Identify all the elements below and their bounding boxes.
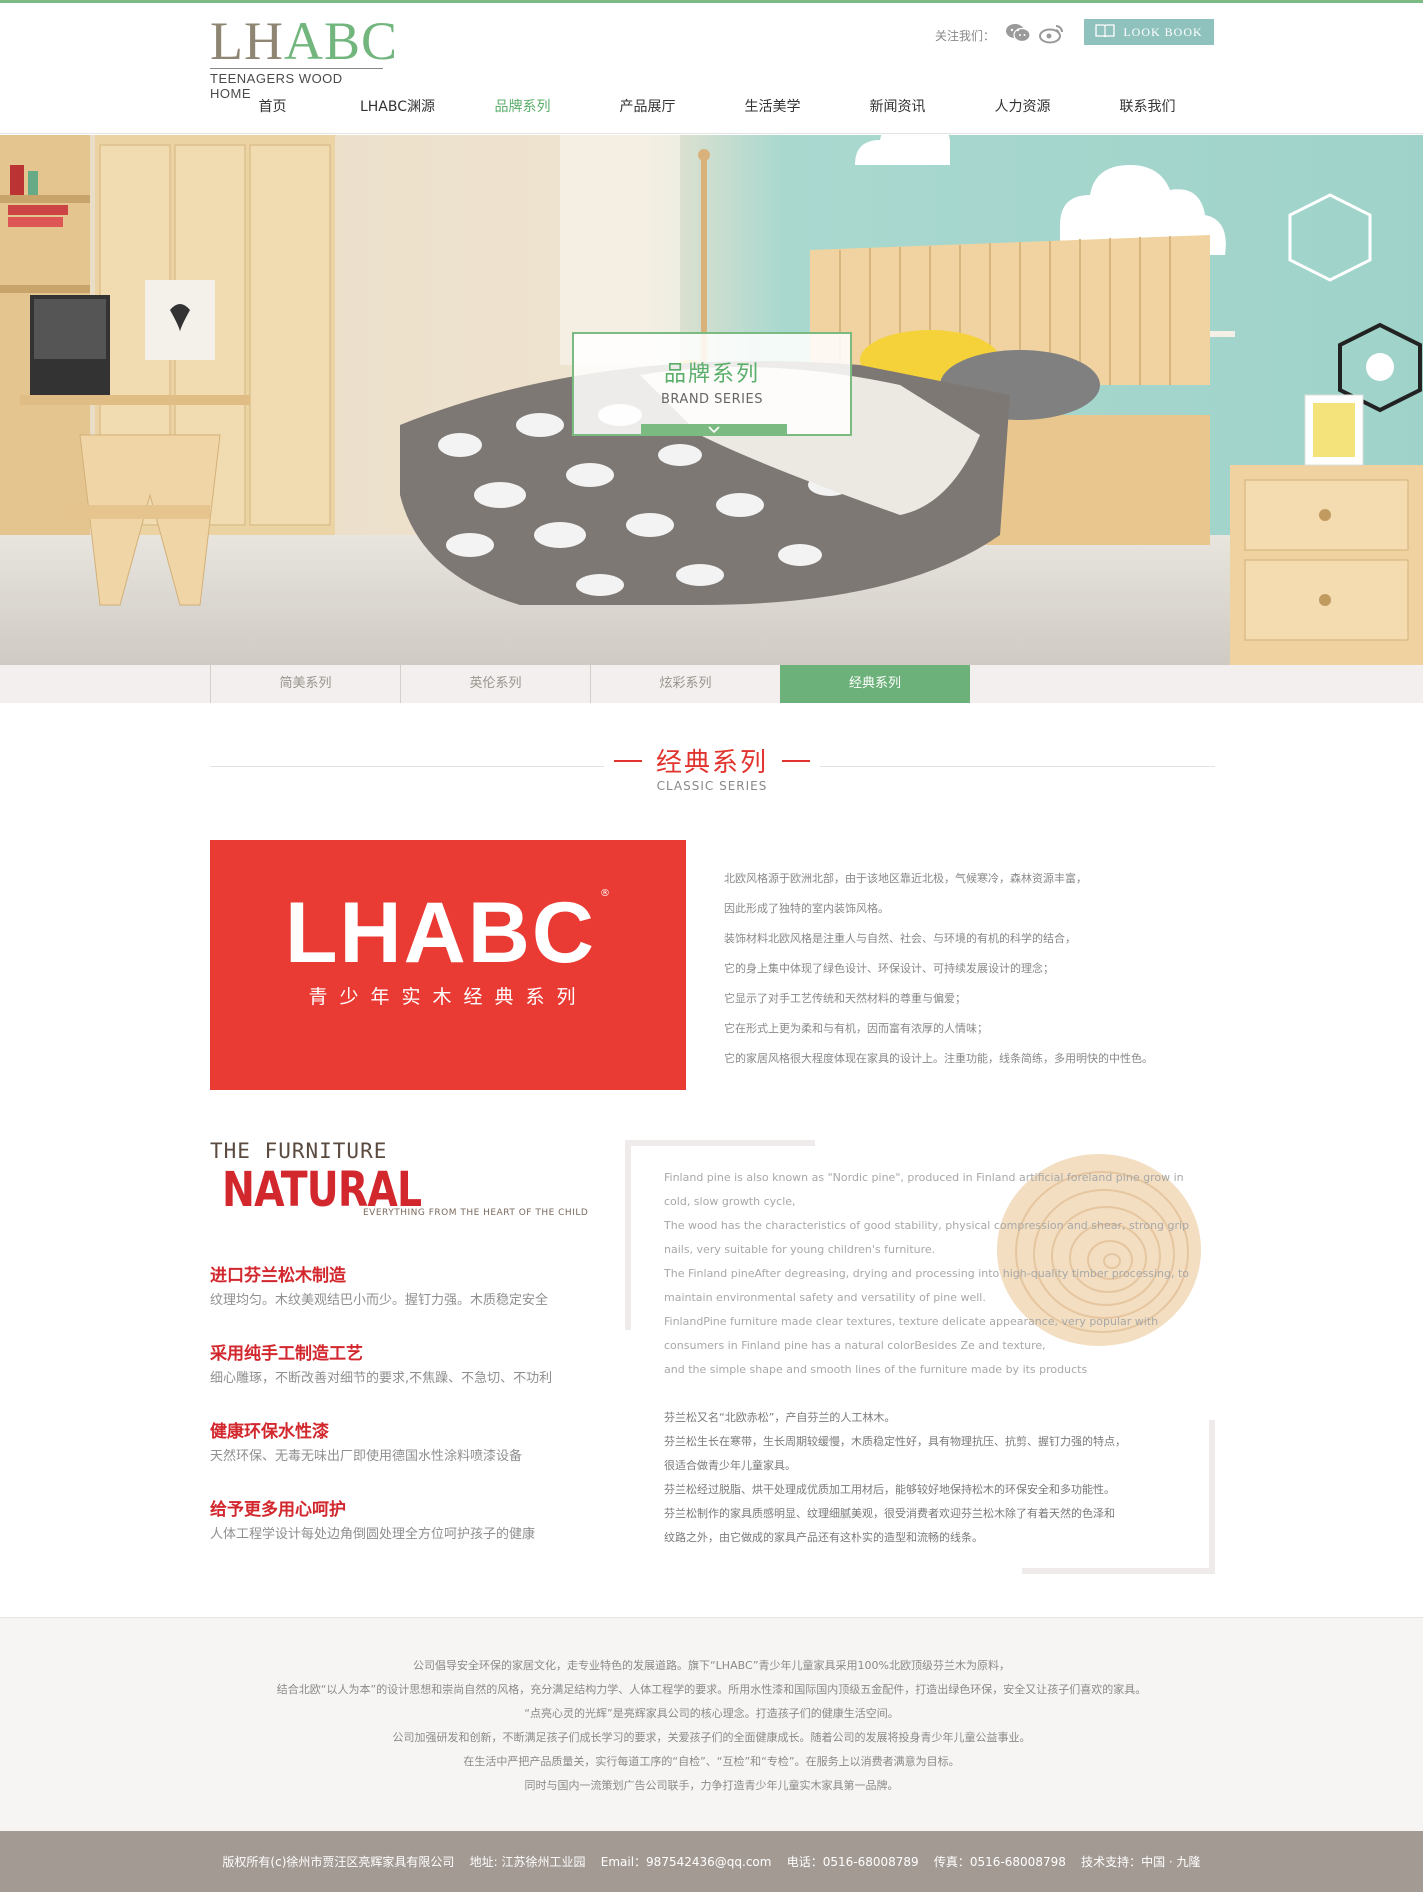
series-tabs: 简美系列 英伦系列 炫彩系列 经典系列	[210, 665, 970, 703]
feature-title: 采用纯手工制造工艺	[210, 1344, 363, 1364]
frame-corner-top	[625, 1140, 815, 1146]
title-dash-left	[613, 759, 642, 762]
header-divider	[0, 133, 1423, 134]
weibo-icon[interactable]	[1039, 22, 1065, 44]
logo-wordmark: LHABC	[210, 11, 399, 71]
banner-caption: 品牌系列 BRAND SERIES	[572, 332, 852, 436]
feature-title: 给予更多用心呵护	[210, 1500, 346, 1520]
cn-line: 很适合做青少年儿童家具。	[664, 1459, 796, 1472]
brand-logo-text: LHABC	[285, 885, 596, 981]
nav-life-aesthetics[interactable]: 生活美学	[710, 92, 835, 122]
tab-jingdian[interactable]: 经典系列	[780, 665, 970, 703]
nav-contact[interactable]: 联系我们	[1085, 92, 1210, 122]
intro-line: 北欧风格源于欧洲北部，由于该地区靠近北极，气候寒冷，森林资源丰富，	[724, 872, 1087, 885]
series-intro: 北欧风格源于欧洲北部，由于该地区靠近北极，气候寒冷，森林资源丰富， 因此形成了独…	[724, 864, 1214, 1074]
nav-origin[interactable]: LHABC渊源	[335, 92, 460, 122]
feature-item: 健康环保水性漆 天然环保、无毒无味出厂即使用德国水性涂料喷漆设备	[210, 1420, 610, 1468]
pine-intro-en: Finland pine is also known as "Nordic pi…	[664, 1166, 1204, 1382]
top-accent-line	[0, 0, 1423, 3]
nav-home[interactable]: 首页	[210, 92, 335, 122]
intro-line: 它在形式上更为柔和与有机，因而富有浓厚的人情味；	[724, 1022, 988, 1035]
footer-info-line: 同时与国内一流策划广告公司联手，力争打造青少年儿童实木家具第一品牌。	[524, 1779, 899, 1792]
section-title-cn: 经典系列	[655, 748, 768, 778]
brand-logo-panel: LHABC ® 青少年实木经典系列	[210, 840, 686, 1090]
natural-line3: EVERYTHING FROM THE HEART OF THE CHILD	[363, 1208, 589, 1218]
title-dash-right	[782, 759, 810, 762]
en-line: The wood has the characteristics of good…	[664, 1219, 1190, 1232]
chevron-down-icon	[708, 426, 720, 434]
hero-banner: 品牌系列 BRAND SERIES	[0, 135, 1423, 665]
natural-heading: THE FURNITURE NATURAL EVERYTHING FROM TH…	[210, 1138, 588, 1218]
en-line: The Finland pineAfter degreasing, drying…	[664, 1267, 1190, 1280]
intro-line: 因此形成了独特的室内装饰风格。	[724, 902, 889, 915]
follow-us-label: 关注我们：	[935, 29, 996, 43]
feature-desc: 天然环保、无毒无味出厂即使用德国水性涂料喷漆设备	[210, 1449, 523, 1464]
wechat-icon[interactable]	[1005, 22, 1031, 44]
tab-yinglun[interactable]: 英伦系列	[400, 665, 590, 703]
feature-item: 给予更多用心呵护 人体工程学设计每处边角倒圆处理全方位呵护孩子的健康	[210, 1498, 610, 1546]
tab-jianmei[interactable]: 简美系列	[210, 665, 400, 703]
footer-info-line: “点亮心灵的光辉”是亮辉家具公司的核心理念。打造孩子们的健康生活空间。	[524, 1707, 899, 1720]
en-line: nails, very suitable for young children'…	[664, 1243, 936, 1256]
nav-hr[interactable]: 人力资源	[960, 92, 1085, 122]
intro-line: 它的家居风格很大程度体现在家具的设计上。注重功能，线条简练，多用明快的中性色。	[724, 1052, 1153, 1065]
nav-news[interactable]: 新闻资讯	[835, 92, 960, 122]
en-line: FinlandPine furniture made clear texture…	[664, 1315, 1159, 1328]
banner-title-cn: 品牌系列	[663, 362, 760, 387]
nav-showroom[interactable]: 产品展厅	[585, 92, 710, 122]
footer-info-line: 结合北欧“以人为本”的设计思想和崇尚自然的风格，充分满足结构力学、人体工程学的要…	[276, 1683, 1147, 1696]
book-icon	[1095, 23, 1115, 41]
feature-title: 进口芬兰松木制造	[210, 1266, 346, 1286]
intro-line: 它显示了对手工艺传统和天然材料的尊重与偏爱；	[724, 992, 966, 1005]
footer-info-line: 公司倡导安全环保的家居文化，走专业特色的发展道路。旗下“LHABC”青少年儿童家…	[412, 1659, 1010, 1672]
feature-item: 采用纯手工制造工艺 细心雕琢，不断改善对细节的要求,不焦躁、不急切、不功利	[210, 1342, 610, 1390]
copyright-bar: 版权所有(c)徐州市贾汪区亮辉家具有限公司 地址: 江苏徐州工业园 Email：…	[0, 1831, 1423, 1892]
footer-info-line: 公司加强研发和创新，不断满足孩子们成长学习的要求，关爱孩子们的全面健康成长。随着…	[392, 1731, 1031, 1744]
lookbook-button[interactable]: LOOK BOOK	[1084, 19, 1214, 45]
main-nav: 首页 LHABC渊源 品牌系列 产品展厅 生活美学 新闻资讯 人力资源 联系我们	[210, 92, 1215, 122]
company-intro-footer: 公司倡导安全环保的家居文化，走专业特色的发展道路。旗下“LHABC”青少年儿童家…	[0, 1617, 1423, 1831]
footer-info-line: 在生活中严把产品质量关，实行每道工序的“自检”、“互检”和“专检”。在服务上以消…	[463, 1755, 960, 1768]
intro-line: 它的身上集中体现了绿色设计、环保设计、可持续发展设计的理念；	[724, 962, 1054, 975]
section-title: 经典系列 CLASSIC SERIES	[604, 742, 820, 793]
cn-line: 芬兰松又名“北欧赤松”，产自芬兰的人工林木。	[664, 1411, 896, 1424]
en-line: consumers in Finland pine has a natural …	[664, 1339, 1046, 1352]
en-line: cold, slow growth cycle,	[664, 1195, 796, 1208]
cn-line: 芬兰松制作的家具质感明显、纹理细腻美观，很受消费者欢迎芬兰松木除了有着天然的色泽…	[664, 1507, 1115, 1520]
cn-line: 纹路之外，由它做成的家具产品还有这朴实的造型和流畅的线条。	[664, 1531, 983, 1544]
frame-corner-right	[1209, 1420, 1215, 1574]
section-title-en: CLASSIC SERIES	[656, 779, 768, 793]
site-logo[interactable]: LHABC TEENAGERS WOOD HOME	[210, 11, 399, 101]
tab-xuancai[interactable]: 炫彩系列	[590, 665, 780, 703]
cn-line: 芬兰松生长在寒带，生长周期较缓慢，木质稳定性好，具有物理抗压、抗剪、握钉力强的特…	[664, 1435, 1126, 1448]
en-line: Finland pine is also known as "Nordic pi…	[664, 1171, 1184, 1184]
feature-item: 进口芬兰松木制造 纹理均匀。木纹美观结巴小而少。握钉力强。木质稳定安全	[210, 1264, 610, 1312]
feature-desc: 人体工程学设计每处边角倒圆处理全方位呵护孩子的健康	[210, 1527, 536, 1542]
feature-desc: 细心雕琢，不断改善对细节的要求,不焦躁、不急切、不功利	[210, 1371, 553, 1386]
brand-subtitle: 青少年实木经典系列	[308, 986, 588, 1008]
banner-title-en: BRAND SERIES	[661, 392, 763, 407]
cn-line: 芬兰松经过脱脂、烘干处理成优质加工用材后，能够较好地保持松木的环保安全和多功能性…	[664, 1483, 1115, 1496]
copyright-text: 版权所有(c)徐州市贾汪区亮辉家具有限公司 地址: 江苏徐州工业园 Email：…	[222, 1855, 1201, 1869]
en-line: maintain environmental safety and versat…	[664, 1291, 986, 1304]
en-line: and the simple shape and smooth lines of…	[664, 1363, 1088, 1376]
feature-title: 健康环保水性漆	[210, 1422, 329, 1442]
intro-line: 装饰材料北欧风格是注重人与自然、社会、与环境的有机的科学的结合，	[724, 932, 1076, 945]
lookbook-label: LOOK BOOK	[1123, 24, 1203, 39]
registered-mark: ®	[600, 888, 610, 899]
pine-intro-cn: 芬兰松又名“北欧赤松”，产自芬兰的人工林木。 芬兰松生长在寒带，生长周期较缓慢，…	[664, 1406, 1204, 1550]
natural-line1: THE FURNITURE	[210, 1139, 388, 1163]
nav-brand-series[interactable]: 品牌系列	[460, 92, 585, 122]
scroll-down-button[interactable]	[641, 424, 787, 436]
frame-corner-left	[625, 1140, 631, 1330]
feature-desc: 纹理均匀。木纹美观结巴小而少。握钉力强。木质稳定安全	[210, 1293, 549, 1308]
frame-corner-bottom	[1022, 1568, 1215, 1574]
